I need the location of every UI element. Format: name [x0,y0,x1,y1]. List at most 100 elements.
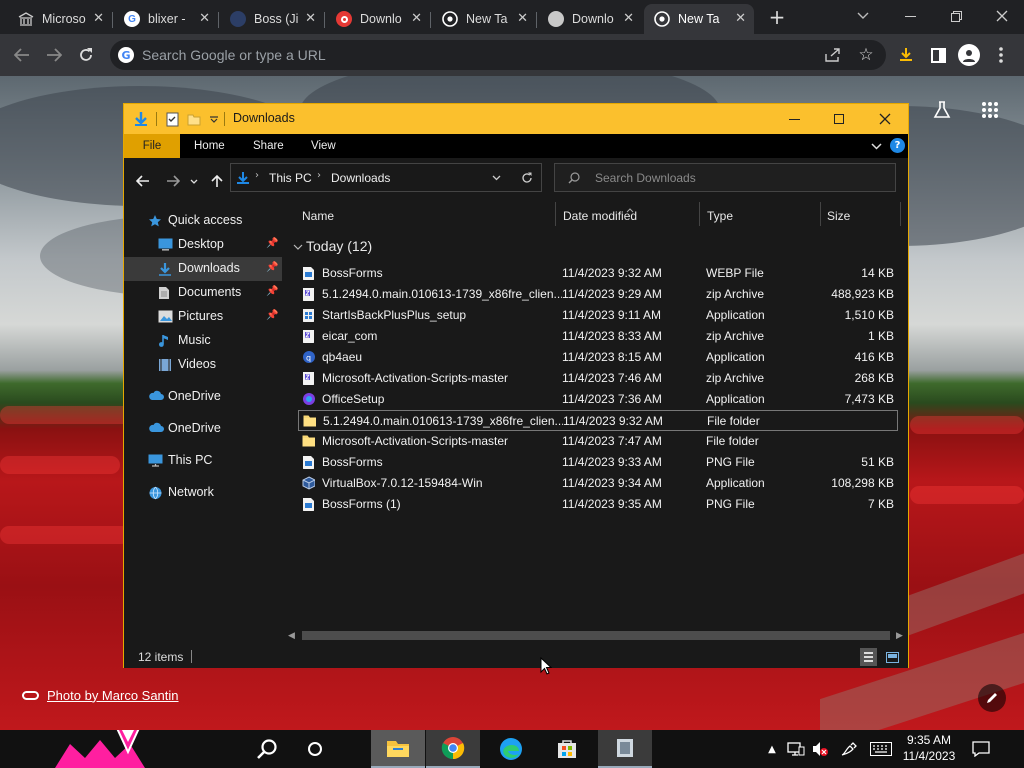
tab-close-icon[interactable]: ✕ [93,10,104,26]
browser-tab[interactable]: Downlo ✕ [326,4,430,34]
ribbon-tab-file[interactable]: File [124,134,180,158]
notifications-icon[interactable] [970,738,992,760]
tab-close-icon[interactable]: ✕ [623,10,634,26]
file-row[interactable]: BossForms 11/4/2023 9:32 AM WEBP File 14 KB [298,263,898,284]
tab-search-chevron-icon[interactable] [852,6,874,26]
file-row[interactable]: BossForms (1) 11/4/2023 9:35 AM PNG File 7 … [298,494,898,515]
breadcrumb-this-pc[interactable]: This PC [269,171,312,185]
taskbar-microsoft-store[interactable] [540,730,594,768]
sidebar-item-quick-access[interactable]: Quick access [124,209,282,233]
file-row[interactable]: VirtualBox-7.0.12-159484-Win 11/4/2023 9:… [298,473,898,494]
explorer-maximize-icon[interactable] [827,107,851,131]
sidebar-item-network[interactable]: Network [124,481,282,505]
address-history-chevron-icon[interactable] [489,172,503,184]
search-downloads-box[interactable]: Search Downloads [554,163,896,192]
properties-checklist-icon[interactable] [164,111,180,127]
sidebar-item-onedrive[interactable]: OneDrive [124,385,282,409]
group-collapse-chevron-icon[interactable] [292,241,304,253]
sidebar-item-documents[interactable]: Documents 📌 [124,281,282,305]
tab-close-icon[interactable]: ✕ [735,10,746,26]
large-icons-view-icon[interactable] [883,648,901,666]
expand-ribbon-chevron-icon[interactable] [868,138,884,154]
taskbar-edge[interactable] [484,730,538,768]
explorer-back-icon[interactable] [134,172,152,190]
network-tray-icon[interactable] [786,740,806,758]
sidebar-item-music[interactable]: Music [124,329,282,353]
profile-avatar-icon[interactable] [958,44,980,66]
show-hidden-icons-chevron-icon[interactable]: ▲ [766,740,778,758]
new-tab-button[interactable]: + [765,5,789,29]
touch-keyboard-icon[interactable] [868,740,894,758]
sidebar-item-videos[interactable]: Videos [124,353,282,377]
horizontal-scrollbar[interactable]: ◀ ▶ [284,627,908,644]
scroll-left-arrow-icon[interactable]: ◀ [288,631,295,641]
share-icon[interactable] [822,44,844,66]
up-level-icon[interactable] [208,171,226,191]
taskbar-file-explorer[interactable] [371,730,425,768]
new-folder-icon[interactable] [186,111,202,127]
bookmark-star-icon[interactable]: ☆ [855,44,877,66]
file-row[interactable]: q qb4aeu 11/4/2023 8:15 AM Application 416 K… [298,347,898,368]
recent-locations-chevron-icon[interactable] [188,174,200,188]
file-row[interactable]: Microsoft-Activation-Scripts-master 11/4/… [298,431,898,452]
forward-icon[interactable] [42,43,66,67]
downloads-icon[interactable] [895,44,917,66]
file-row[interactable]: 5.1.2494.0.main.010613-1739_x86fre_clien… [298,410,898,431]
sidebar-item-this-pc[interactable]: This PC [124,449,282,473]
pen-workspace-icon[interactable] [838,740,860,758]
refresh-icon[interactable] [519,170,535,186]
sidebar-item-downloads[interactable]: Downloads 📌 [124,257,282,281]
taskbar-clock[interactable]: 9:35 AM 11/4/2023 [896,732,962,764]
close-window-icon[interactable] [990,4,1014,28]
google-apps-grid-icon[interactable] [978,98,1002,122]
back-icon[interactable] [10,43,34,67]
side-panel-icon[interactable] [927,44,949,66]
file-row[interactable]: StartIsBackPlusPlus_setup 11/4/2023 9:11 … [298,305,898,326]
volume-muted-icon[interactable] [810,740,830,758]
browser-tab[interactable]: New Ta ✕ [644,4,754,34]
tab-close-icon[interactable]: ✕ [517,10,528,26]
browser-tab[interactable]: New Ta ✕ [432,4,536,34]
browser-tab[interactable]: Gblixer - ✕ [114,4,218,34]
browser-tab[interactable]: Boss (Ji ✕ [220,4,324,34]
file-row[interactable]: 5.1.2494.0.main.010613-1739_x86fre_clien… [298,284,898,305]
details-view-icon[interactable] [860,648,877,666]
restore-icon[interactable] [944,4,968,28]
group-header-today[interactable]: Today (12) [306,238,372,254]
explorer-forward-icon[interactable] [164,172,182,190]
photo-credit-link[interactable]: Photo by Marco Santin [47,688,179,703]
column-header-name[interactable]: Name [302,202,334,230]
explorer-minimize-icon[interactable] [782,107,806,131]
ribbon-tab-view[interactable]: View [311,134,336,158]
chrome-menu-icon[interactable] [993,44,1009,66]
explorer-close-icon[interactable] [873,107,897,131]
column-header-type[interactable]: Type [707,202,733,230]
customize-pencil-icon[interactable] [978,684,1006,712]
scroll-thumb[interactable] [302,631,890,640]
taskbar-virtual-machine-app[interactable] [598,730,652,768]
tab-close-icon[interactable]: ✕ [199,10,210,26]
minimize-icon[interactable] [898,4,922,28]
ribbon-tab-home[interactable]: Home [194,134,225,158]
help-icon[interactable]: ? [890,138,905,153]
tab-close-icon[interactable]: ✕ [305,10,316,26]
quick-access-dropdown-icon[interactable] [208,113,220,125]
breadcrumb-downloads[interactable]: Downloads [331,171,390,185]
file-row[interactable]: OfficeSetup 11/4/2023 7:36 AM Application 7… [298,389,898,410]
tab-close-icon[interactable]: ✕ [411,10,422,26]
taskbar-chrome[interactable] [426,730,480,768]
taskbar-search-icon[interactable] [252,730,282,768]
file-row[interactable]: BossForms 11/4/2023 9:33 AM PNG File 51 KB [298,452,898,473]
sidebar-item-onedrive[interactable]: OneDrive [124,417,282,441]
labs-flask-icon[interactable] [930,98,954,122]
address-bar[interactable]: › This PC › Downloads [230,163,542,192]
task-view-icon[interactable] [300,730,330,768]
file-row[interactable]: eicar_com 11/4/2023 8:33 AM zip Archive 1 K… [298,326,898,347]
start-button-custom-icon[interactable] [50,730,200,768]
sidebar-item-pictures[interactable]: Pictures 📌 [124,305,282,329]
ribbon-tab-share[interactable]: Share [253,134,284,158]
sidebar-item-desktop[interactable]: Desktop 📌 [124,233,282,257]
browser-tab[interactable]: Microso ✕ [8,4,112,34]
scroll-right-arrow-icon[interactable]: ▶ [896,631,903,641]
file-row[interactable]: Microsoft-Activation-Scripts-master 11/4/… [298,368,898,389]
